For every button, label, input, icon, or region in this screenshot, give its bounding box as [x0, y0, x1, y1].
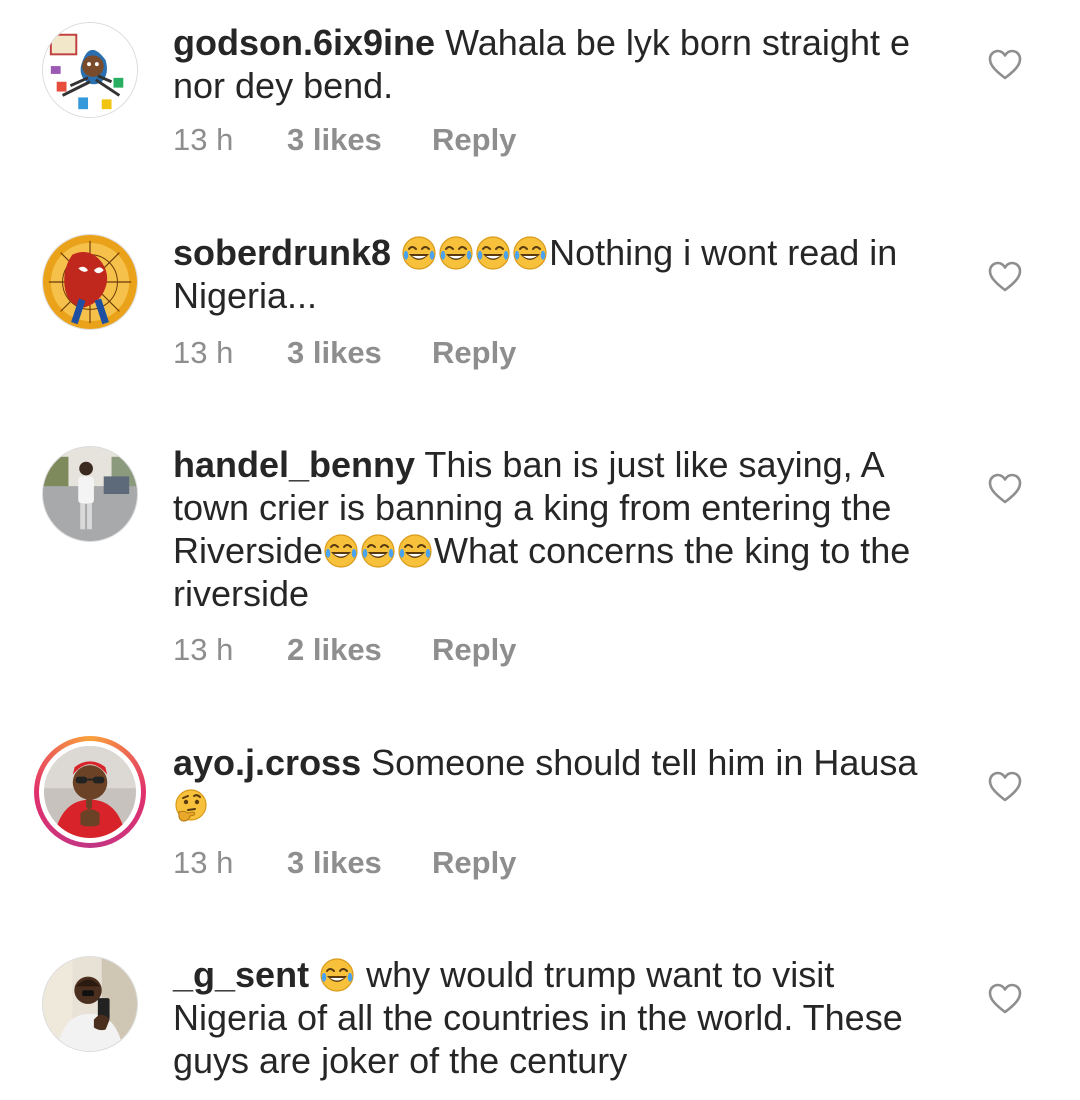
heart-outline-icon[interactable] [988, 771, 1022, 803]
reply-button[interactable]: Reply [432, 335, 516, 371]
thinking-face-icon [173, 788, 209, 824]
comment-likes[interactable]: 3 likes [287, 845, 432, 881]
face-with-tears-of-joy-icon [397, 533, 433, 569]
avatar[interactable] [42, 446, 138, 542]
reply-button[interactable]: Reply [432, 122, 516, 158]
comment-username[interactable]: soberdrunk8 [173, 232, 391, 273]
comment-text: soberdrunk8 Nothing i wont read in Niger… [173, 231, 953, 317]
heart-outline-icon[interactable] [988, 983, 1022, 1015]
heart-outline-icon[interactable] [988, 261, 1022, 293]
avatar[interactable] [42, 22, 138, 118]
comment-text: _g_sent why would trump want to visit Ni… [173, 953, 953, 1082]
face-with-tears-of-joy-icon [319, 957, 355, 993]
comment-username[interactable]: godson.6ix9ine [173, 22, 435, 63]
avatar-with-story-ring[interactable] [34, 736, 146, 848]
comment-time: 13 h [173, 845, 234, 880]
comment-meta: 13 h 2 likes Reply [173, 632, 516, 668]
comment-likes[interactable]: 2 likes [287, 632, 432, 668]
face-with-tears-of-joy-icon [438, 235, 474, 271]
comment-time: 13 h [173, 335, 234, 370]
comment-body: Someone should tell him in Hausa [371, 742, 918, 783]
face-with-tears-of-joy-icon [360, 533, 396, 569]
avatar[interactable] [42, 956, 138, 1052]
comment-text: ayo.j.cross Someone should tell him in H… [173, 741, 953, 827]
reply-button[interactable]: Reply [432, 845, 516, 881]
comment-time: 13 h [173, 632, 234, 667]
comment-meta: 13 h 3 likes Reply [173, 845, 516, 881]
face-with-tears-of-joy-icon [323, 533, 359, 569]
comment-text: handel_benny This ban is just like sayin… [173, 443, 953, 615]
comment-meta: 13 h 3 likes Reply [173, 335, 516, 371]
face-with-tears-of-joy-icon [512, 235, 548, 271]
heart-outline-icon[interactable] [988, 49, 1022, 81]
person-standing-avatar-icon [43, 447, 137, 541]
man-in-red-avatar-icon [44, 746, 136, 838]
comment-likes[interactable]: 3 likes [287, 122, 432, 158]
cartoon-avatar-icon [43, 23, 137, 117]
selfie-avatar-icon [43, 957, 137, 1051]
comment-meta: 13 h 3 likes Reply [173, 122, 516, 158]
comment-username[interactable]: handel_benny [173, 444, 415, 485]
reply-button[interactable]: Reply [432, 632, 516, 668]
comment-likes[interactable]: 3 likes [287, 335, 432, 371]
face-with-tears-of-joy-icon [401, 235, 437, 271]
comment-time: 13 h [173, 122, 234, 157]
heart-outline-icon[interactable] [988, 473, 1022, 505]
face-with-tears-of-joy-icon [475, 235, 511, 271]
comment-username[interactable]: _g_sent [173, 954, 309, 995]
spiderman-avatar-icon [43, 235, 137, 329]
comment-username[interactable]: ayo.j.cross [173, 742, 361, 783]
comment-text: godson.6ix9ine Wahala be lyk born straig… [173, 21, 953, 107]
avatar[interactable] [42, 234, 138, 330]
